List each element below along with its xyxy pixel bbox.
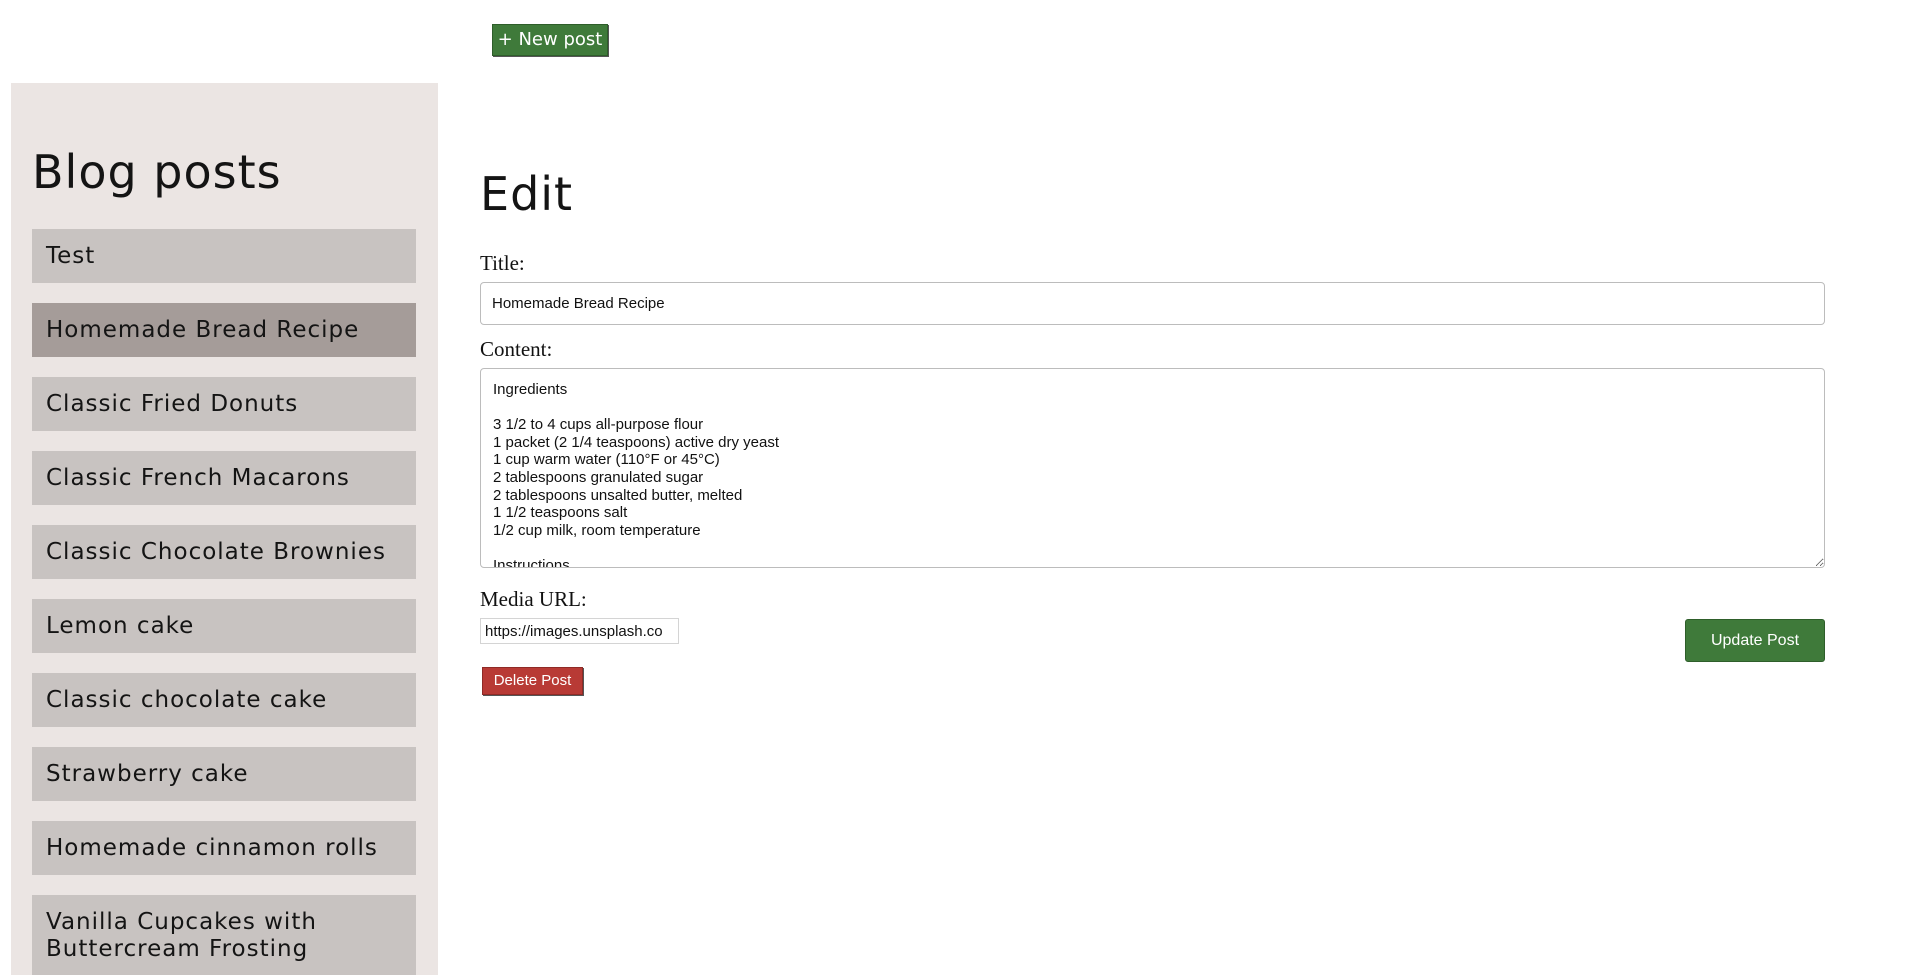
post-item[interactable]: Classic Chocolate Brownies (32, 525, 416, 579)
post-item[interactable]: Classic chocolate cake (32, 673, 416, 727)
post-item[interactable]: Vanilla Cupcakes with Buttercream Frosti… (32, 895, 416, 975)
title-input[interactable] (480, 282, 1825, 325)
media-url-input[interactable] (480, 618, 679, 644)
sidebar: Blog posts Test Homemade Bread Recipe Cl… (11, 83, 438, 975)
post-item[interactable]: Strawberry cake (32, 747, 416, 801)
new-post-button[interactable]: + New post (492, 24, 608, 56)
delete-post-button[interactable]: Delete Post (482, 667, 583, 695)
post-item[interactable]: Classic French Macarons (32, 451, 416, 505)
post-item[interactable]: Test (32, 229, 416, 283)
post-item[interactable]: Lemon cake (32, 599, 416, 653)
sidebar-title: Blog posts (32, 145, 282, 199)
title-label: Title: (480, 251, 525, 275)
content-textarea[interactable] (480, 368, 1825, 568)
content-label: Content: (480, 337, 553, 361)
edit-heading: Edit (480, 167, 574, 221)
post-item-active[interactable]: Homemade Bread Recipe (32, 303, 416, 357)
post-item[interactable]: Classic Fried Donuts (32, 377, 416, 431)
media-url-label: Media URL: (480, 587, 587, 611)
update-post-button[interactable]: Update Post (1685, 619, 1825, 662)
post-item[interactable]: Homemade cinnamon rolls (32, 821, 416, 875)
post-list: Test Homemade Bread Recipe Classic Fried… (32, 229, 416, 975)
